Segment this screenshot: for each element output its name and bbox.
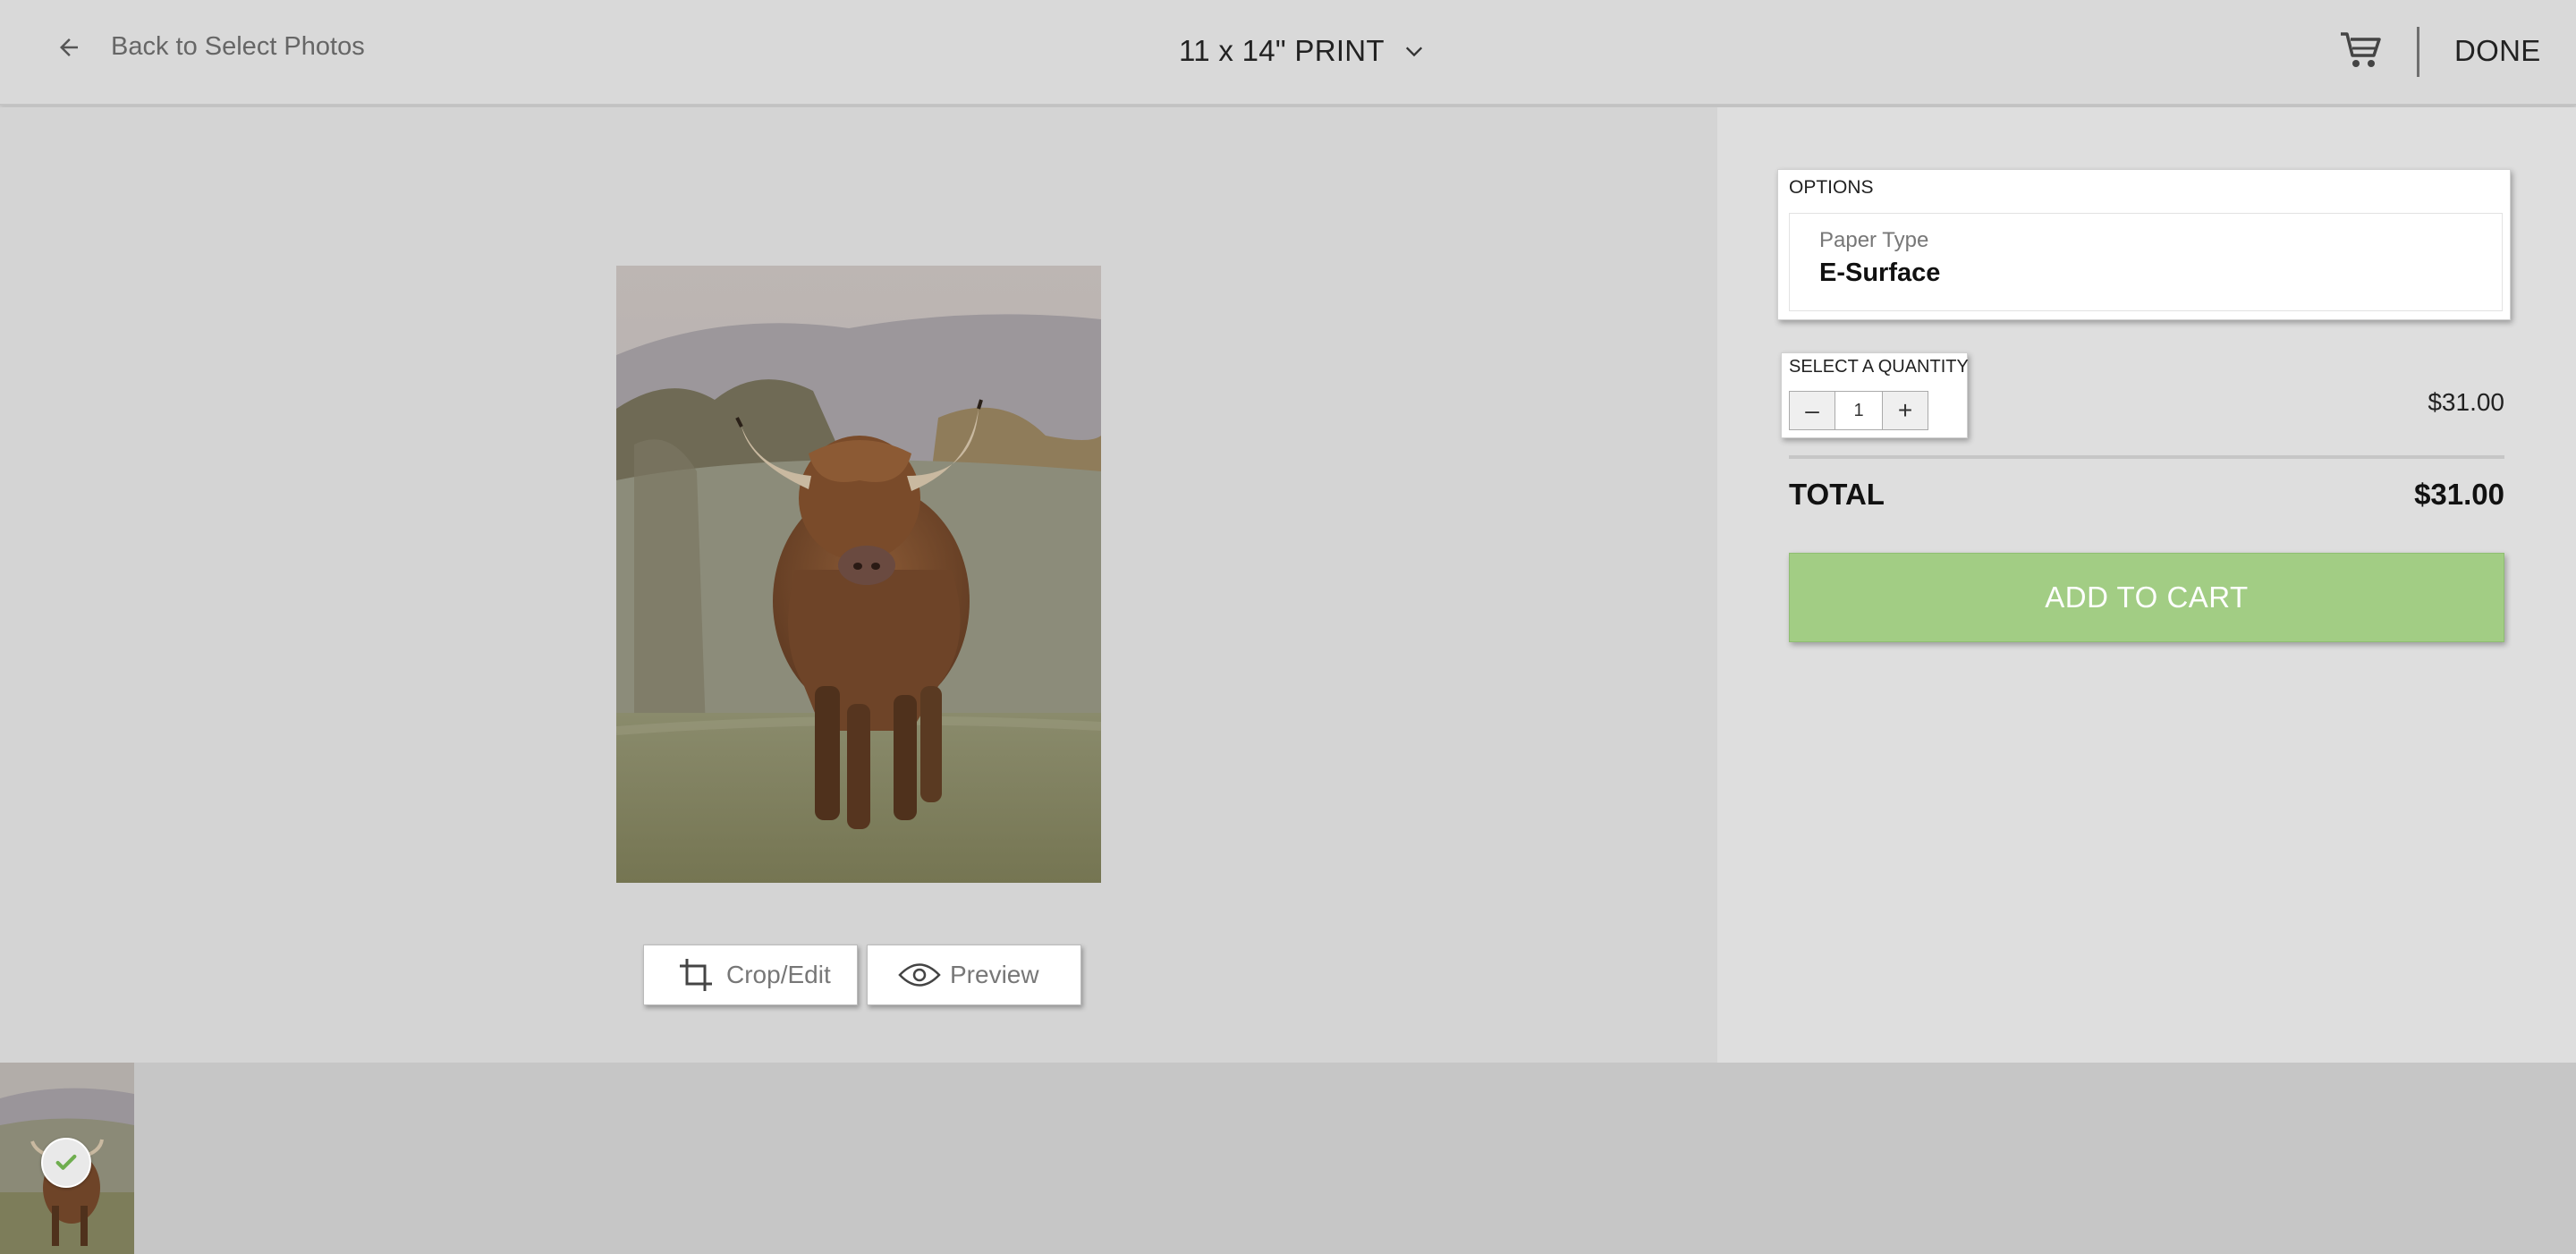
top-bar: Back to Select Photos 11 x 14" PRINT DON… <box>0 0 2576 106</box>
crop-icon <box>680 959 712 991</box>
preview-button[interactable]: Preview <box>867 945 1081 1005</box>
crop-edit-button[interactable]: Crop/Edit <box>643 945 858 1005</box>
arrow-left-icon <box>60 38 78 56</box>
eye-icon <box>898 963 941 987</box>
divider <box>1789 455 2504 459</box>
selected-check-badge <box>41 1138 91 1188</box>
selected-photo <box>616 266 1101 883</box>
quantity-stepper: – 1 + <box>1789 391 1928 430</box>
product-size-dropdown[interactable]: 11 x 14" PRINT <box>1179 34 1424 68</box>
back-to-select-photos-link[interactable]: Back to Select Photos <box>55 32 365 62</box>
photo-thumbnail-strip <box>0 1063 2576 1254</box>
crop-edit-label: Crop/Edit <box>726 961 831 988</box>
order-options-panel: OPTIONS Paper Type E-Surface SELECT A QU… <box>1717 107 2576 1063</box>
unit-price: $31.00 <box>2428 388 2504 416</box>
total-label: TOTAL <box>1789 478 1885 511</box>
paper-type-value: E-Surface <box>1819 258 1941 287</box>
done-button[interactable]: DONE <box>2454 34 2541 68</box>
check-icon <box>55 1154 77 1170</box>
quantity-decrease-button[interactable]: – <box>1789 391 1835 430</box>
preview-label: Preview <box>950 961 1039 988</box>
product-size-label: 11 x 14" PRINT <box>1179 34 1385 67</box>
back-label: Back to Select Photos <box>111 32 365 61</box>
quantity-title: SELECT A QUANTITY <box>1789 357 1969 377</box>
photo-thumbnail[interactable] <box>0 1063 134 1254</box>
options-title: OPTIONS <box>1789 177 1874 198</box>
quantity-increase-button[interactable]: + <box>1882 391 1928 430</box>
options-card: OPTIONS Paper Type E-Surface <box>1777 169 2511 320</box>
header-divider <box>2417 27 2419 77</box>
highland-cow-photo <box>616 266 1101 883</box>
cart-icon <box>2341 32 2381 67</box>
total-value: $31.00 <box>2414 478 2504 511</box>
quantity-card: SELECT A QUANTITY – 1 + <box>1781 352 1969 438</box>
chevron-down-icon <box>1405 47 1422 57</box>
paper-type-label: Paper Type <box>1819 228 1929 252</box>
cart-button[interactable] <box>2338 27 2385 73</box>
photo-work-area: Crop/Edit Preview <box>0 107 1717 1063</box>
quantity-input[interactable]: 1 <box>1835 391 1882 430</box>
add-to-cart-button[interactable]: ADD TO CART <box>1789 553 2504 642</box>
paper-type-selector[interactable]: Paper Type E-Surface <box>1789 213 2503 311</box>
